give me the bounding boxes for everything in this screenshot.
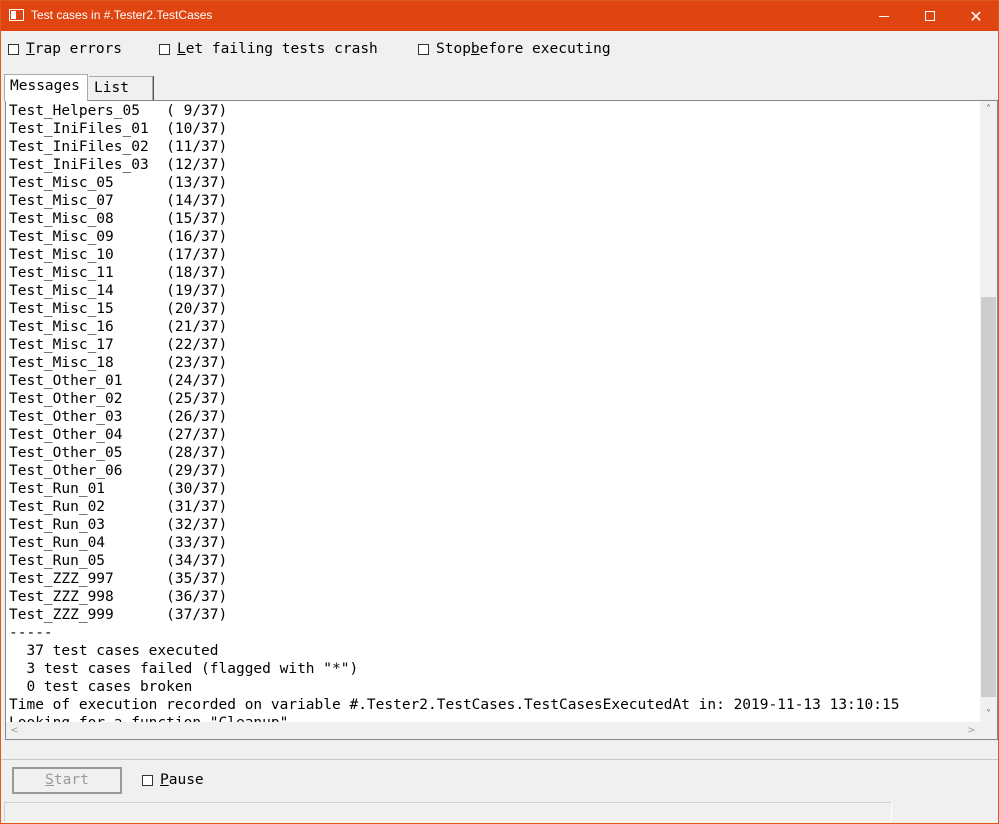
message-line: Test_Misc_05 (13/37) — [9, 175, 228, 191]
window-title: Test cases in #.Tester2.TestCases — [31, 8, 213, 22]
horizontal-scrollbar[interactable]: < > — [6, 722, 980, 739]
message-line: 3 test cases failed (flagged with "*") — [9, 661, 359, 677]
messages-text: Test_Helpers_05 ( 9/37) Test_IniFiles_01 … — [9, 102, 899, 732]
message-line: Test_Run_02 (31/37) — [9, 499, 228, 515]
message-line: Test_Misc_15 (20/37) — [9, 301, 228, 317]
scroll-down-icon[interactable]: ˅ — [980, 706, 997, 723]
message-line: Test_Other_06 (29/37) — [9, 463, 228, 479]
tab-messages[interactable]: Messages — [4, 74, 88, 101]
start-button[interactable]: Start — [12, 767, 122, 794]
message-line: Test_Misc_17 (22/37) — [9, 337, 228, 353]
message-line: Test_Run_03 (32/37) — [9, 517, 228, 533]
trap-errors-checkbox[interactable]: Trap errors — [8, 41, 122, 57]
vertical-scroll-thumb[interactable] — [981, 297, 996, 697]
message-line: Test_Misc_16 (21/37) — [9, 319, 228, 335]
message-line: 37 test cases executed — [9, 643, 219, 659]
divider — [1, 759, 998, 760]
maximize-button[interactable] — [907, 1, 953, 31]
messages-panel[interactable]: Test_Helpers_05 ( 9/37) Test_IniFiles_01 … — [5, 100, 998, 740]
let-failing-mnemonic: L — [177, 41, 186, 57]
minimize-icon — [879, 15, 889, 17]
let-failing-tests-crash-checkbox[interactable]: Let failing tests crash — [159, 41, 378, 57]
message-line: Test_Helpers_05 ( 9/37) — [9, 103, 228, 119]
message-line: Test_ZZZ_998 (36/37) — [9, 589, 228, 605]
pause-mnemonic: P — [160, 772, 169, 788]
close-icon: ✕ — [969, 6, 983, 26]
vertical-scrollbar[interactable]: ˄ ˅ — [980, 101, 997, 723]
checkbox-box[interactable] — [159, 43, 170, 55]
pause-label: ause — [168, 772, 204, 788]
pause-checkbox[interactable]: Pause — [142, 772, 204, 788]
let-failing-label: et failing tests crash — [185, 41, 378, 57]
message-line: ----- — [9, 625, 53, 641]
status-bar — [4, 802, 892, 822]
message-line: Test_Misc_07 (14/37) — [9, 193, 228, 209]
scroll-right-icon[interactable]: > — [963, 722, 980, 739]
message-line: Test_Misc_14 (19/37) — [9, 283, 228, 299]
message-line: Test_Other_05 (28/37) — [9, 445, 228, 461]
message-line: Test_Run_05 (34/37) — [9, 553, 228, 569]
trap-errors-mnemonic: T — [26, 41, 35, 57]
maximize-icon — [925, 11, 935, 21]
start-label: tart — [53, 772, 89, 788]
checkbox-box[interactable] — [8, 43, 19, 55]
message-line: Test_Other_03 (26/37) — [9, 409, 228, 425]
scroll-left-icon[interactable]: < — [6, 722, 23, 739]
stop-before-label: efore executing — [479, 41, 611, 57]
tab-list[interactable]: List — [89, 76, 154, 101]
message-line: Test_ZZZ_997 (35/37) — [9, 571, 228, 587]
checkbox-box[interactable] — [418, 43, 429, 55]
message-line: Test_ZZZ_999 (37/37) — [9, 607, 228, 623]
stop-before-executing-checkbox[interactable]: Stop b efore executing — [418, 41, 611, 57]
app-icon[interactable] — [9, 9, 24, 21]
scroll-corner — [980, 722, 997, 739]
message-line: Test_Run_04 (33/37) — [9, 535, 228, 551]
message-line: Test_Run_01 (30/37) — [9, 481, 228, 497]
scroll-up-icon[interactable]: ˄ — [980, 101, 997, 118]
message-line: Test_IniFiles_01 (10/37) — [9, 121, 228, 137]
stop-before-prefix: Stop — [436, 41, 471, 57]
main-window: Test cases in #.Tester2.TestCases ✕ Trap… — [0, 0, 999, 824]
checkbox-box[interactable] — [142, 774, 153, 786]
message-line: Test_Other_02 (25/37) — [9, 391, 228, 407]
start-mnemonic: S — [45, 772, 54, 788]
stop-before-mnemonic: b — [470, 41, 480, 57]
close-button[interactable]: ✕ — [953, 1, 999, 31]
message-line: Time of execution recorded on variable #… — [9, 697, 900, 713]
message-line: Test_Other_01 (24/37) — [9, 373, 228, 389]
trap-errors-label: rap errors — [34, 41, 123, 57]
message-line: Test_Other_04 (27/37) — [9, 427, 228, 443]
options-bar: Trap errors Let failing tests crash Stop… — [1, 41, 998, 61]
message-line: Test_IniFiles_02 (11/37) — [9, 139, 228, 155]
message-line: Test_Misc_10 (17/37) — [9, 247, 228, 263]
message-line: Test_Misc_11 (18/37) — [9, 265, 228, 281]
message-line: Test_Misc_08 (15/37) — [9, 211, 228, 227]
title-bar[interactable]: Test cases in #.Tester2.TestCases ✕ — [1, 1, 998, 31]
message-line: Test_Misc_18 (23/37) — [9, 355, 228, 371]
message-line: Test_Misc_09 (16/37) — [9, 229, 228, 245]
message-line: 0 test cases broken — [9, 679, 193, 695]
minimize-button[interactable] — [861, 1, 907, 31]
message-line: Test_IniFiles_03 (12/37) — [9, 157, 228, 173]
